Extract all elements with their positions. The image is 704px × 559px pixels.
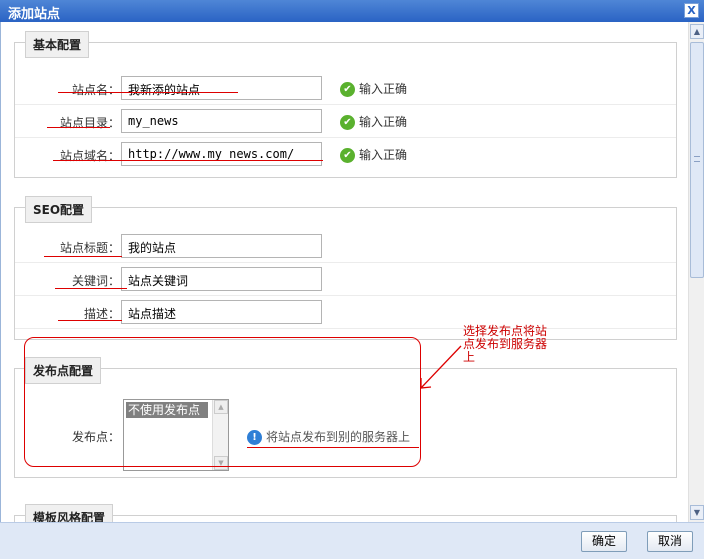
site-domain-row: 站点域名： http://www.my_news.com/ ✔ 输入正确: [15, 138, 676, 171]
site-domain-label: 站点域名：: [59, 149, 120, 163]
chevron-down-icon[interactable]: ▼: [690, 505, 704, 520]
annotation-underline: [58, 320, 122, 321]
annotation-highlight-box: [24, 337, 421, 467]
site-title-row: 站点标题： 我的站点: [15, 230, 676, 263]
annotation-underline: [47, 127, 110, 128]
dialog-title: 添加站点: [8, 7, 61, 22]
keywords-label: 关键词：: [71, 274, 120, 288]
site-dir-label: 站点目录：: [59, 116, 120, 130]
content-scrollbar[interactable]: ▲ ▼: [688, 22, 704, 522]
seo-config-legend: SEO配置: [25, 196, 93, 223]
close-icon[interactable]: X: [684, 3, 699, 18]
site-name-row: 站点名： 我新添的站点 ✔ 输入正确: [15, 72, 676, 105]
description-input[interactable]: 站点描述: [121, 300, 322, 324]
keywords-input[interactable]: 站点关键词: [121, 267, 322, 291]
site-dir-input[interactable]: my_news: [121, 109, 322, 133]
check-circle-icon: ✔: [340, 115, 355, 130]
site-domain-status-text: 输入正确: [359, 148, 408, 162]
site-name-input[interactable]: 我新添的站点: [121, 76, 322, 100]
dialog-titlebar: 添加站点 X: [0, 0, 704, 22]
check-circle-icon: ✔: [340, 82, 355, 97]
annotation-text: 选择发布点将站点发布到服务器上: [463, 324, 548, 364]
site-dir-row: 站点目录： my_news ✔ 输入正确: [15, 105, 676, 138]
annotation-underline: [58, 92, 238, 93]
site-dir-status-text: 输入正确: [359, 115, 408, 129]
template-config-legend: 模板风格配置: [25, 504, 114, 522]
description-row: 描述： 站点描述: [15, 296, 676, 329]
site-dir-status: ✔ 输入正确: [340, 113, 407, 130]
annotation-underline: [53, 160, 323, 161]
cancel-button[interactable]: 取消: [647, 531, 693, 552]
annotation-underline: [55, 288, 127, 289]
site-domain-status: ✔ 输入正确: [340, 146, 407, 163]
site-title-label: 站点标题：: [59, 241, 120, 255]
site-domain-input[interactable]: http://www.my_news.com/: [121, 142, 322, 166]
annotation-underline: [44, 256, 122, 257]
scrollbar-thumb[interactable]: [690, 42, 704, 278]
site-name-status-text: 输入正确: [359, 82, 408, 96]
dialog-footer: 确定 取消: [0, 522, 704, 559]
site-title-input[interactable]: 我的站点: [121, 234, 322, 258]
annotation-arrow-icon: [420, 345, 462, 389]
check-circle-icon: ✔: [340, 148, 355, 163]
keywords-row: 关键词： 站点关键词: [15, 263, 676, 296]
site-name-status: ✔ 输入正确: [340, 80, 407, 97]
template-config-section: 模板风格配置: [14, 504, 677, 522]
basic-config-section: 基本配置 站点名： 我新添的站点 ✔ 输入正确 站点目录： my_news ✔ 输入…: [14, 31, 677, 178]
basic-config-legend: 基本配置: [25, 31, 90, 58]
site-name-label: 站点名：: [71, 83, 120, 97]
chevron-up-icon[interactable]: ▲: [690, 24, 704, 39]
confirm-button[interactable]: 确定: [581, 531, 627, 552]
